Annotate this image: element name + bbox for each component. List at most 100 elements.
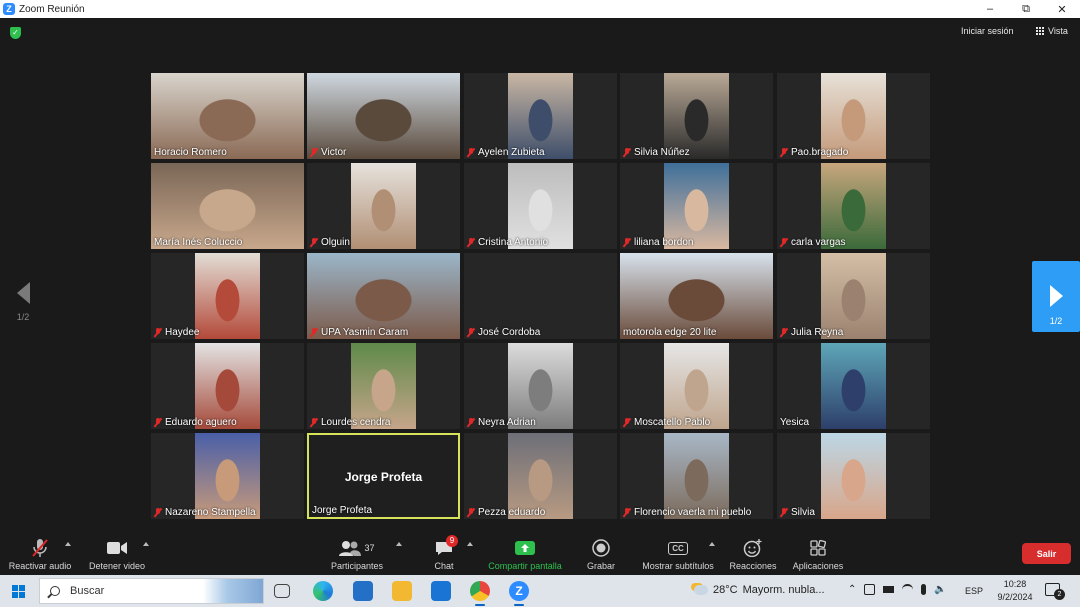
windows-taskbar: Buscar Z 28°C Mayorm. nubla... ⌃ 🔈 ESP 1…: [0, 575, 1080, 607]
participant-tile[interactable]: carla vargas: [777, 163, 930, 249]
microphone-muted-icon: [154, 328, 162, 337]
wifi-icon[interactable]: [902, 584, 914, 595]
file-explorer-icon[interactable]: [392, 581, 412, 601]
participant-tile[interactable]: liliana bordon: [620, 163, 773, 249]
record-button[interactable]: Grabar: [584, 538, 618, 571]
search-icon: [50, 586, 60, 596]
participant-tile[interactable]: motorola edge 20 lite: [620, 253, 773, 339]
chat-button[interactable]: Chat: [424, 538, 464, 571]
participant-name: Julia Reyna: [791, 327, 844, 338]
captions-options-caret[interactable]: [709, 542, 715, 546]
participant-tile[interactable]: Silvia: [777, 433, 930, 519]
device-icon[interactable]: [864, 584, 876, 595]
speaker-icon[interactable]: 🔈: [934, 584, 946, 595]
chat-label: Chat: [434, 561, 454, 571]
signin-button[interactable]: Iniciar sesión: [961, 26, 1014, 36]
microphone-muted-icon: [623, 148, 631, 157]
participant-name: carla vargas: [791, 237, 846, 248]
input-language[interactable]: ESP: [965, 586, 983, 596]
reactions-button[interactable]: Reacciones: [728, 538, 778, 571]
grid-icon: [1036, 26, 1045, 36]
audio-options-caret[interactable]: [65, 542, 71, 546]
close-button[interactable]: ✕: [1044, 0, 1080, 18]
leave-meeting-button[interactable]: Salir: [1022, 543, 1071, 564]
participant-name-label: Victor: [310, 147, 346, 158]
participant-name: Silvia Núñez: [634, 147, 690, 158]
participant-name: Pao.bragado: [791, 147, 849, 158]
participant-name: Nazareno Stampella: [165, 507, 256, 518]
share-screen-icon: [484, 538, 566, 558]
participant-name-label: Nazareno Stampella: [154, 507, 256, 518]
participant-tile[interactable]: Horacio Romero: [151, 73, 304, 159]
notifications-icon[interactable]: 2: [1045, 583, 1065, 600]
participants-button[interactable]: 37 Participantes: [326, 538, 388, 571]
show-captions-button[interactable]: CC Mostrar subtítulos: [638, 538, 718, 571]
participant-tile[interactable]: Yesica: [777, 343, 930, 429]
participant-tile[interactable]: Moscatello Pablo: [620, 343, 773, 429]
active-speaker-name: Jorge Profeta: [344, 470, 423, 484]
participant-tile[interactable]: Jorge Profeta Jorge Profeta: [307, 433, 460, 519]
store-icon[interactable]: [353, 581, 373, 601]
taskbar-search-box[interactable]: Buscar: [39, 578, 264, 604]
microphone-icon[interactable]: [921, 584, 927, 595]
stop-video-button[interactable]: Detener video: [84, 538, 150, 571]
unmute-button[interactable]: Reactivar audio: [6, 538, 74, 571]
chat-options-caret[interactable]: [467, 542, 473, 546]
battery-icon[interactable]: [883, 586, 895, 593]
participant-tile[interactable]: José Cordoba: [464, 253, 617, 339]
participant-tile[interactable]: Eduardo aguero: [151, 343, 304, 429]
participant-name-label: Olguin: [310, 237, 350, 248]
chevron-left-icon: [16, 282, 30, 304]
participant-tile[interactable]: Victor: [307, 73, 460, 159]
participant-name-label: Julia Reyna: [780, 327, 843, 338]
partly-cloudy-icon: [694, 585, 708, 595]
participant-name: Yesica: [780, 417, 810, 428]
video-options-caret[interactable]: [143, 542, 149, 546]
task-view-icon[interactable]: [274, 584, 290, 598]
minimize-button[interactable]: –: [972, 0, 1008, 18]
share-screen-button[interactable]: Compartir pantalla: [484, 538, 566, 571]
next-page-button[interactable]: 1/2: [1032, 261, 1080, 332]
participant-tile[interactable]: Ayelen Zubieta: [464, 73, 617, 159]
zoom-taskbar-icon[interactable]: Z: [509, 581, 529, 606]
restore-button[interactable]: ⧉: [1008, 0, 1044, 18]
weather-widget[interactable]: 28°C Mayorm. nubla...: [694, 584, 825, 596]
participant-tile[interactable]: Florencio vaerla mi pueblo: [620, 433, 773, 519]
apps-button[interactable]: Aplicaciones: [788, 538, 848, 571]
encryption-shield-icon[interactable]: ✓: [10, 27, 21, 39]
participant-tile[interactable]: Lourdes cendra: [307, 343, 460, 429]
participant-tile[interactable]: Olguin: [307, 163, 460, 249]
clock-date: 9/2/2024: [997, 592, 1033, 602]
taskbar-clock[interactable]: 10:28 9/2/2024: [993, 578, 1037, 604]
microphone-muted-icon: [623, 418, 631, 427]
chevron-up-icon[interactable]: ⌃: [848, 584, 856, 595]
previous-page-button[interactable]: 1/2: [10, 282, 36, 322]
participant-name-label: Eduardo aguero: [154, 417, 237, 428]
participant-name-label: liliana bordon: [623, 237, 694, 248]
participant-tile[interactable]: Nazareno Stampella: [151, 433, 304, 519]
microphone-muted-icon: [467, 418, 475, 427]
taskbar-search-placeholder: Buscar: [70, 585, 105, 597]
microphone-muted-icon: [310, 418, 318, 427]
smiley-add-icon: [728, 538, 778, 558]
participant-name-label: Pezza eduardo: [467, 507, 545, 518]
mail-icon[interactable]: [431, 581, 451, 601]
participant-tile[interactable]: Pezza eduardo: [464, 433, 617, 519]
view-button[interactable]: Vista: [1036, 26, 1068, 36]
participants-options-caret[interactable]: [396, 542, 402, 546]
chrome-icon[interactable]: [470, 581, 490, 606]
microphone-muted-icon: [467, 328, 475, 337]
participant-tile[interactable]: María Inés Coluccio: [151, 163, 304, 249]
participant-tile[interactable]: Neyra Adrian: [464, 343, 617, 429]
edge-browser-icon[interactable]: [313, 581, 333, 601]
participant-tile[interactable]: Silvia Núñez: [620, 73, 773, 159]
participants-count: 37: [364, 543, 375, 553]
participant-tile[interactable]: Cristina Antonio: [464, 163, 617, 249]
participant-tile[interactable]: Julia Reyna: [777, 253, 930, 339]
windows-start-icon[interactable]: [12, 585, 25, 598]
participant-tile[interactable]: Pao.bragado: [777, 73, 930, 159]
participant-tile[interactable]: Haydee: [151, 253, 304, 339]
participant-tile[interactable]: UPA Yasmin Caram: [307, 253, 460, 339]
participant-video: [195, 253, 260, 339]
microphone-muted-icon: [310, 238, 318, 247]
